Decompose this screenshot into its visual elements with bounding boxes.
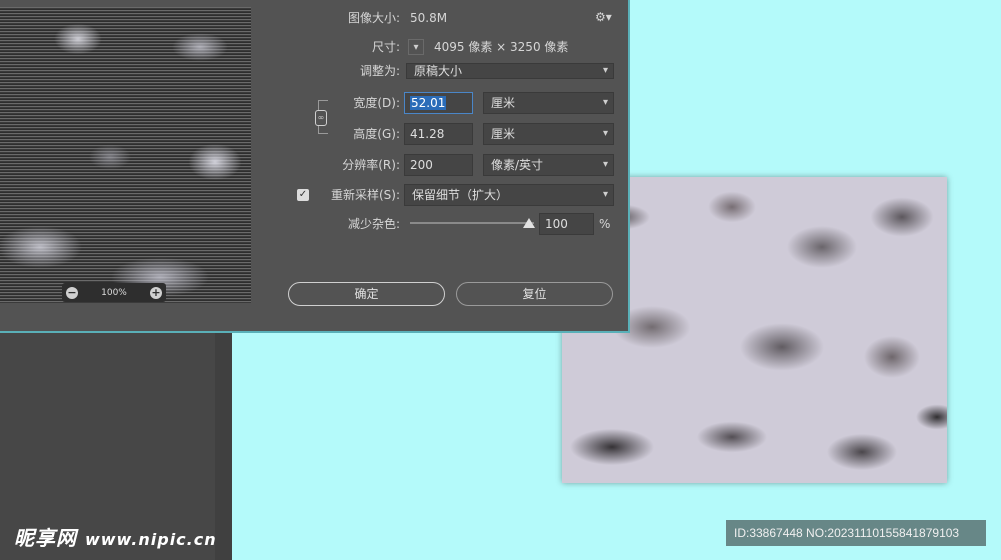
height-label: 高度(G):: [353, 127, 400, 141]
chevron-down-icon: ▾: [602, 97, 608, 108]
dimensions-value: 4095 像素 × 3250 像素: [434, 40, 569, 54]
resolution-label: 分辨率(R):: [342, 158, 400, 172]
reduce-noise-slider-thumb[interactable]: [523, 218, 535, 228]
chevron-down-icon: ▾: [602, 189, 608, 200]
image-id-watermark: ID:33867448 NO:20231110155841879103: [726, 520, 986, 546]
fit-to-value: 原稿大小: [414, 64, 463, 78]
fit-to-select[interactable]: 原稿大小 ▾: [406, 63, 614, 79]
width-unit-value: 厘米: [491, 96, 516, 110]
resample-value: 保留细节（扩大）: [412, 188, 509, 202]
reduce-noise-label: 减少杂色:: [347, 217, 400, 231]
preview-zoom-bar: − 100% +: [62, 283, 166, 302]
reduce-noise-value: 100: [545, 217, 568, 231]
height-value: 41.28: [410, 127, 445, 141]
resolution-value: 200: [410, 158, 433, 172]
resolution-field[interactable]: 200: [404, 154, 473, 176]
fit-to-label: 调整为:: [359, 64, 400, 78]
height-field[interactable]: 41.28: [404, 123, 473, 145]
zoom-out-icon[interactable]: −: [66, 286, 78, 299]
reset-button[interactable]: 复位: [456, 282, 613, 306]
image-size-dialog: − 100% + 图像大小: 50.8M ⚙▾ 尺寸: ▾ 4095 像素 × …: [0, 0, 630, 333]
reduce-noise-slider[interactable]: [410, 222, 534, 224]
width-value: 52.01: [410, 96, 447, 110]
reduce-noise-field[interactable]: 100: [539, 213, 594, 235]
dimensions-label: 尺寸:: [371, 40, 400, 54]
image-size-value: 50.8M: [410, 11, 448, 25]
width-label: 宽度(D):: [353, 96, 400, 110]
resample-select[interactable]: 保留细节（扩大） ▾: [404, 184, 614, 206]
zoom-in-icon[interactable]: +: [149, 286, 162, 299]
app-panel-edge: [215, 330, 232, 560]
dimensions-unit-chevron-icon[interactable]: ▾: [408, 39, 424, 55]
chevron-down-icon: ▾: [602, 65, 608, 76]
resolution-unit-value: 像素/英寸: [491, 158, 544, 172]
ok-button[interactable]: 确定: [288, 282, 445, 306]
height-unit-value: 厘米: [491, 127, 516, 141]
width-field[interactable]: 52.01: [404, 92, 473, 114]
chevron-down-icon: ▾: [602, 159, 608, 170]
height-unit-select[interactable]: 厘米 ▾: [483, 123, 614, 145]
zoom-level: 100%: [101, 287, 127, 298]
site-name: 昵享网: [14, 526, 77, 550]
resample-label: 重新采样(S):: [330, 188, 400, 202]
chevron-down-icon: ▾: [602, 128, 608, 139]
site-url: www.nipic.cn: [84, 530, 217, 549]
site-watermark: 昵享网 www.nipic.cn: [14, 522, 217, 551]
width-unit-select[interactable]: 厘米 ▾: [483, 92, 614, 114]
resolution-unit-select[interactable]: 像素/英寸 ▾: [483, 154, 614, 176]
link-chain-icon[interactable]: ∞: [315, 110, 327, 126]
preview-image[interactable]: − 100% +: [0, 7, 251, 303]
gear-icon[interactable]: ⚙▾: [595, 10, 612, 24]
image-size-label: 图像大小:: [347, 11, 400, 25]
reduce-noise-unit: %: [599, 217, 611, 231]
